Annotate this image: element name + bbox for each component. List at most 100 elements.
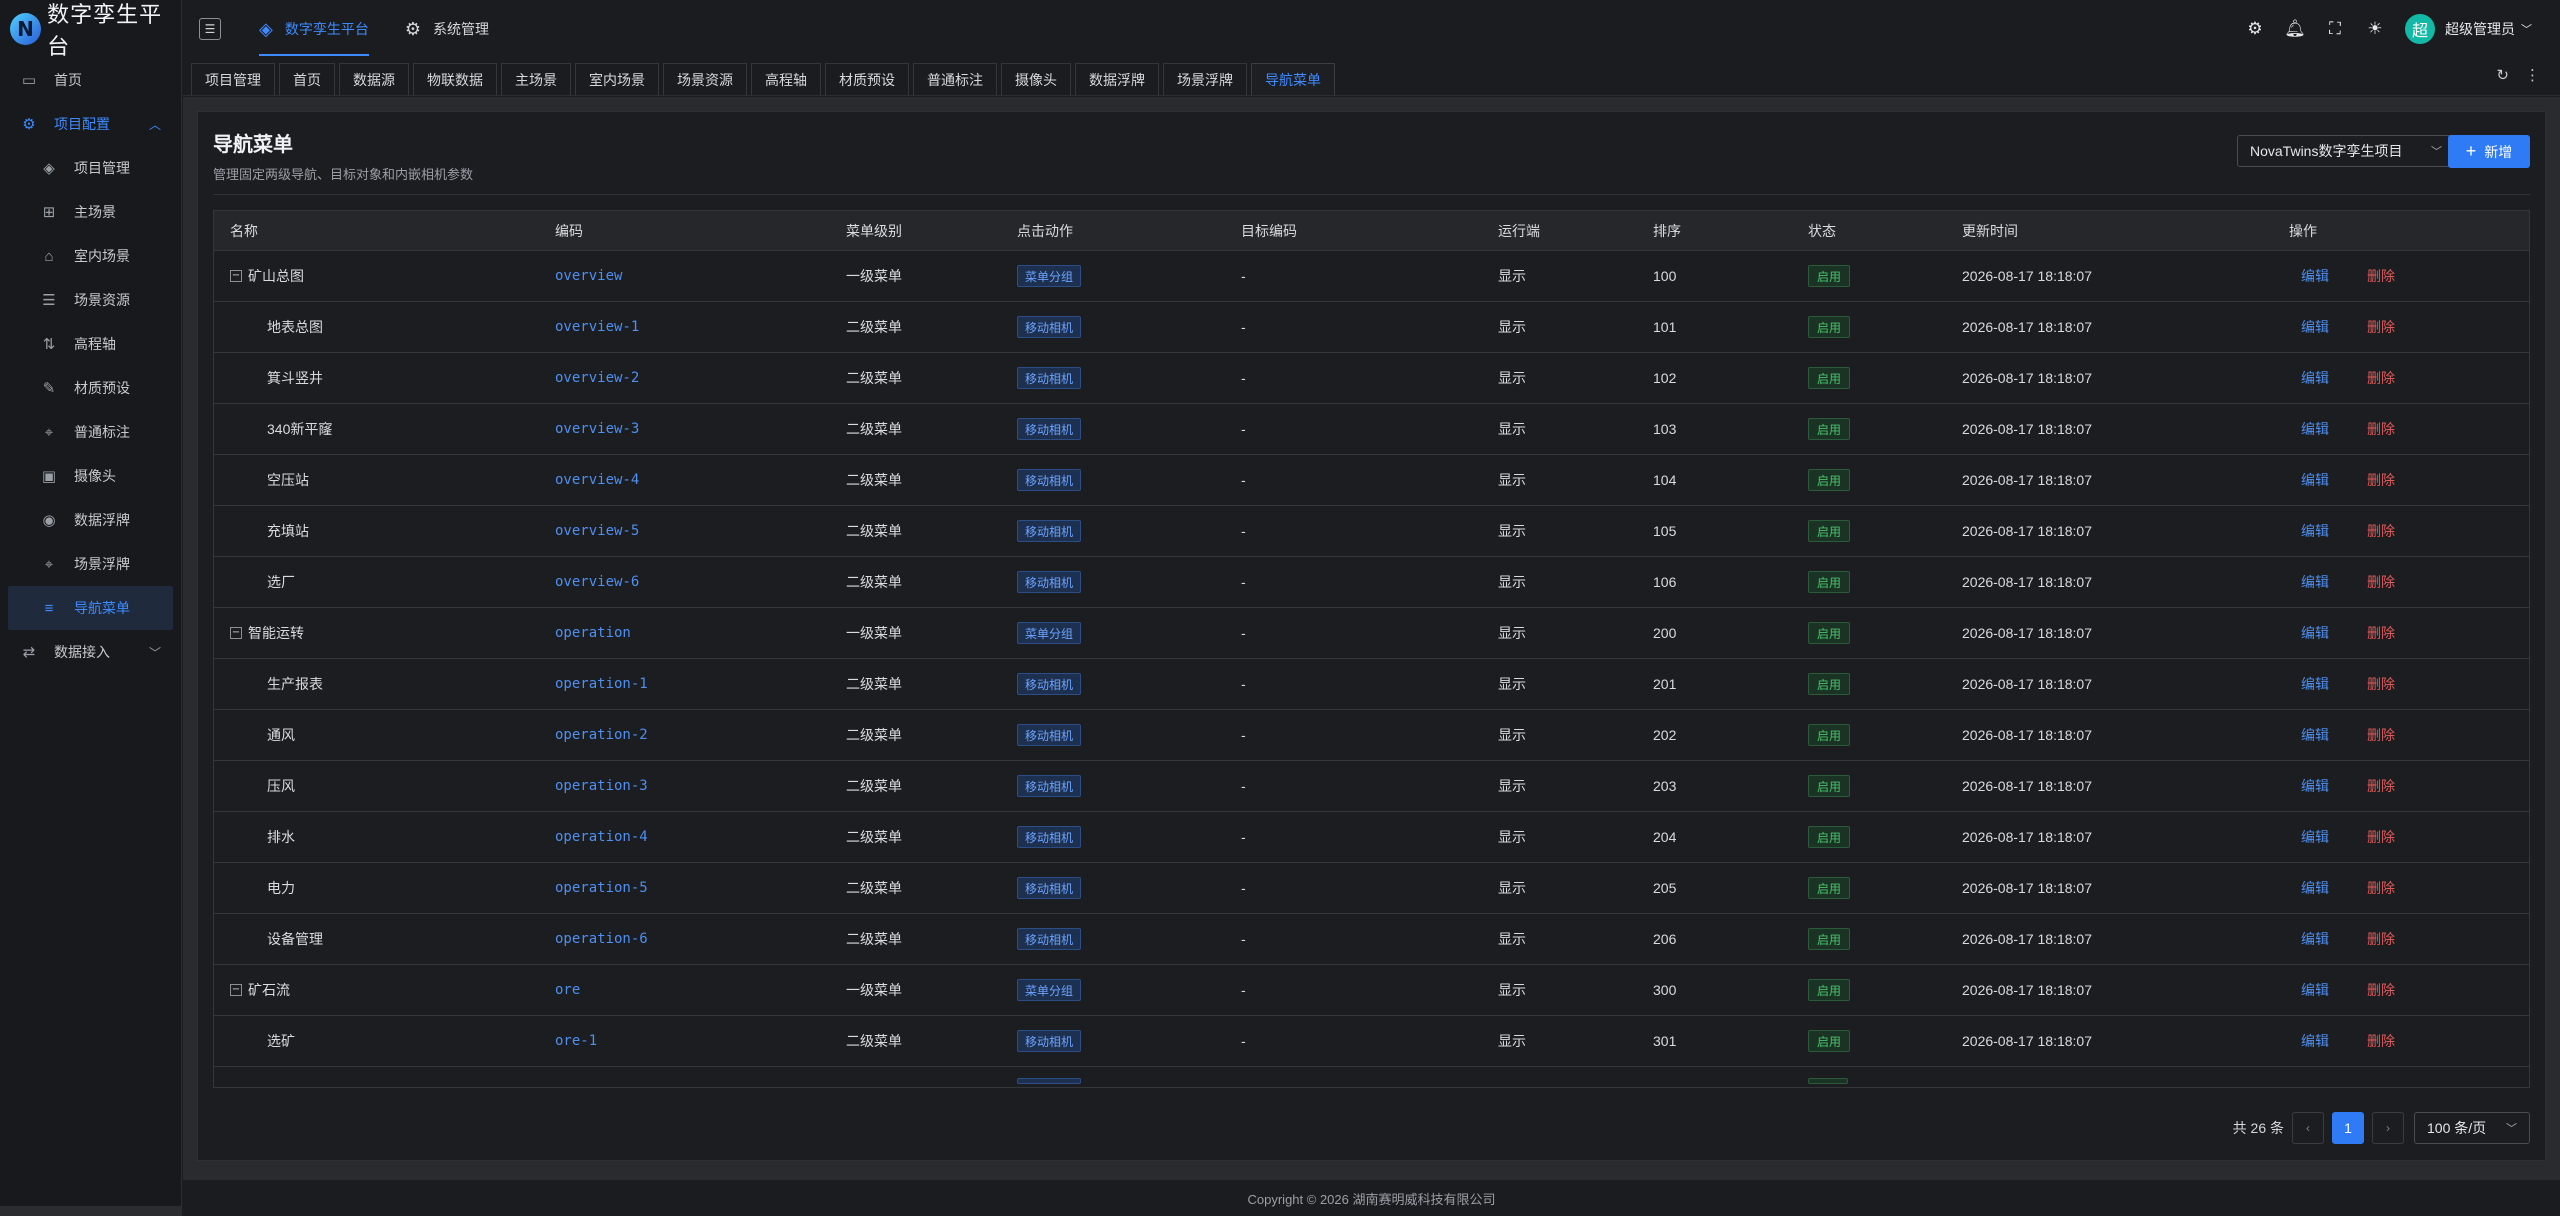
refresh-icon[interactable]: ↻ (2496, 66, 2509, 84)
sidebar-item-10[interactable]: ≡ 导航菜单 (8, 586, 173, 630)
edit-link[interactable]: 编辑 (2301, 829, 2329, 845)
delete-link[interactable]: 删除 (2367, 472, 2395, 488)
avatar[interactable]: 超 (2405, 14, 2435, 44)
edit-link[interactable]: 编辑 (2301, 676, 2329, 692)
delete-link[interactable]: 删除 (2367, 574, 2395, 590)
page-tab-4[interactable]: 主场景 (501, 63, 571, 95)
sidebar-item-4[interactable]: ⇅ 高程轴 (0, 322, 181, 366)
delete-link[interactable]: 删除 (2367, 370, 2395, 386)
action-tag: 菜单分组 (1017, 979, 1082, 1001)
page-tab-13[interactable]: 导航菜单 (1251, 63, 1335, 95)
page-tab-7[interactable]: 高程轴 (751, 63, 821, 95)
delete-link[interactable]: 删除 (2367, 625, 2395, 641)
sidebar-item-8[interactable]: ◉ 数据浮牌 (0, 498, 181, 542)
sidebar-group-project-config[interactable]: ⚙ 项目配置 ︿ (0, 102, 181, 146)
cell-level: 二级菜单 (846, 1033, 902, 1049)
page-size-select[interactable]: 100 条/页 ﹀ (2414, 1112, 2530, 1144)
edit-link[interactable]: 编辑 (2301, 931, 2329, 947)
top-tab-twin-platform[interactable]: ◈ 数字孪生平台 (241, 0, 387, 58)
delete-link[interactable]: 删除 (2367, 676, 2395, 692)
delete-link[interactable]: 删除 (2367, 727, 2395, 743)
cell-status: 启用 (1792, 571, 1946, 593)
page-tab-6[interactable]: 场景资源 (663, 63, 747, 95)
chevron-down-icon[interactable]: ﹀ (2521, 21, 2532, 37)
edit-link[interactable]: 编辑 (2301, 778, 2329, 794)
theme-sun-icon[interactable]: ☀ (2355, 19, 2395, 39)
edit-link[interactable]: 编辑 (2301, 268, 2329, 284)
page-tab-5[interactable]: 室内场景 (575, 63, 659, 95)
top-tab-system-management[interactable]: ⚙ 系统管理 (387, 0, 507, 58)
cell-time: 2026-08-17 18:18:07 (1962, 574, 2092, 590)
pin-icon: ⌖ (44, 555, 54, 573)
sidebar-item-home[interactable]: ▭ 首页 (0, 58, 181, 102)
edit-link[interactable]: 编辑 (2301, 574, 2329, 590)
page-tab-0[interactable]: 项目管理 (191, 63, 275, 95)
sidebar-item-6[interactable]: ⌖ 普通标注 (0, 410, 181, 454)
sidebar-item-7[interactable]: ▣ 摄像头 (0, 454, 181, 498)
page-tab-9[interactable]: 普通标注 (913, 63, 997, 95)
sidebar-item-0[interactable]: ◈ 项目管理 (0, 146, 181, 190)
edit-link[interactable]: 编辑 (2301, 319, 2329, 335)
edit-link[interactable]: 编辑 (2301, 880, 2329, 896)
sidebar-item-1[interactable]: ⊞ 主场景 (0, 190, 181, 234)
sidebar-scrollbar[interactable] (0, 1206, 182, 1216)
user-name[interactable]: 超级管理员 (2445, 19, 2515, 39)
sidebar-item-5[interactable]: ✎ 材质预设 (0, 366, 181, 410)
collapse-row-icon[interactable]: − (230, 627, 242, 639)
delete-link[interactable]: 删除 (2367, 421, 2395, 437)
sidebar-item-9[interactable]: ⌖ 场景浮牌 (0, 542, 181, 586)
edit-link[interactable]: 编辑 (2301, 1033, 2329, 1049)
delete-link[interactable]: 删除 (2367, 931, 2395, 947)
delete-link[interactable]: 删除 (2367, 319, 2395, 335)
fullscreen-icon[interactable]: ⛶ (2315, 19, 2355, 39)
edit-link[interactable]: 编辑 (2301, 727, 2329, 743)
cell-name-text: 340新平窿 (267, 421, 333, 437)
divider (213, 194, 2530, 195)
app-logo[interactable]: N 数字孪生平台 (0, 0, 181, 59)
next-page-button[interactable]: › (2372, 1112, 2404, 1144)
delete-link[interactable]: 删除 (2367, 880, 2395, 896)
delete-link[interactable]: 删除 (2367, 523, 2395, 539)
edit-link[interactable]: 编辑 (2301, 625, 2329, 641)
page-number-button[interactable]: 1 (2332, 1112, 2364, 1144)
sidebar-item-2[interactable]: ⌂ 室内场景 (0, 234, 181, 278)
edit-link[interactable]: 编辑 (2301, 982, 2329, 998)
page-tab-3[interactable]: 物联数据 (413, 63, 497, 95)
page-tab-10[interactable]: 摄像头 (1001, 63, 1071, 95)
cell-action: 移动相机 (1001, 1030, 1225, 1052)
sidebar-item-3[interactable]: ☰ 场景资源 (0, 278, 181, 322)
add-button[interactable]: + 新增 (2448, 135, 2530, 168)
collapse-row-icon[interactable]: − (230, 270, 242, 282)
page-tab-2[interactable]: 数据源 (339, 63, 409, 95)
tabbar-actions: ↻ ⋮ (2480, 66, 2540, 84)
settings-icon[interactable]: ⚙ (2235, 19, 2275, 39)
edit-link[interactable]: 编辑 (2301, 523, 2329, 539)
bell-icon[interactable]: 🔔︎ (2275, 19, 2315, 39)
delete-link[interactable]: 删除 (2367, 829, 2395, 845)
edit-link[interactable]: 编辑 (2301, 421, 2329, 437)
cell-name: 箕斗竖井 (214, 368, 539, 388)
project-select[interactable]: NovaTwins数字孪生项目 ﹀ (2237, 135, 2455, 167)
cell-level: 一级菜单 (846, 982, 902, 998)
table-row: − 矿石流 ore 一级菜单 菜单分组 - 显示 300 启用 2026-08-17 18:18:… (214, 965, 2529, 1016)
edit-link[interactable]: 编辑 (2301, 370, 2329, 386)
page-tab-11[interactable]: 数据浮牌 (1075, 63, 1159, 95)
collapse-row-icon[interactable]: − (230, 984, 242, 996)
edit-link[interactable]: 编辑 (2301, 472, 2329, 488)
page-tab-8[interactable]: 材质预设 (825, 63, 909, 95)
cell-name: 充填站 (214, 521, 539, 541)
action-tag: 移动相机 (1017, 469, 1082, 491)
collapse-sidebar-button[interactable]: ☰ (199, 18, 221, 40)
delete-link[interactable]: 删除 (2367, 268, 2395, 284)
page-tab-12[interactable]: 场景浮牌 (1163, 63, 1247, 95)
delete-link[interactable]: 删除 (2367, 982, 2395, 998)
cell-sort: 301 (1653, 1033, 1677, 1049)
page-tab-1[interactable]: 首页 (279, 63, 335, 95)
prev-page-button[interactable]: ‹ (2292, 1112, 2324, 1144)
more-vertical-icon[interactable]: ⋮ (2525, 66, 2540, 84)
delete-link[interactable]: 删除 (2367, 1033, 2395, 1049)
delete-link[interactable]: 删除 (2367, 778, 2395, 794)
sidebar-group-data-access[interactable]: ⇄ 数据接入 ﹀ (0, 630, 181, 674)
cell-target: - (1241, 727, 1246, 743)
cell-status: 启用 (1792, 1030, 1946, 1052)
